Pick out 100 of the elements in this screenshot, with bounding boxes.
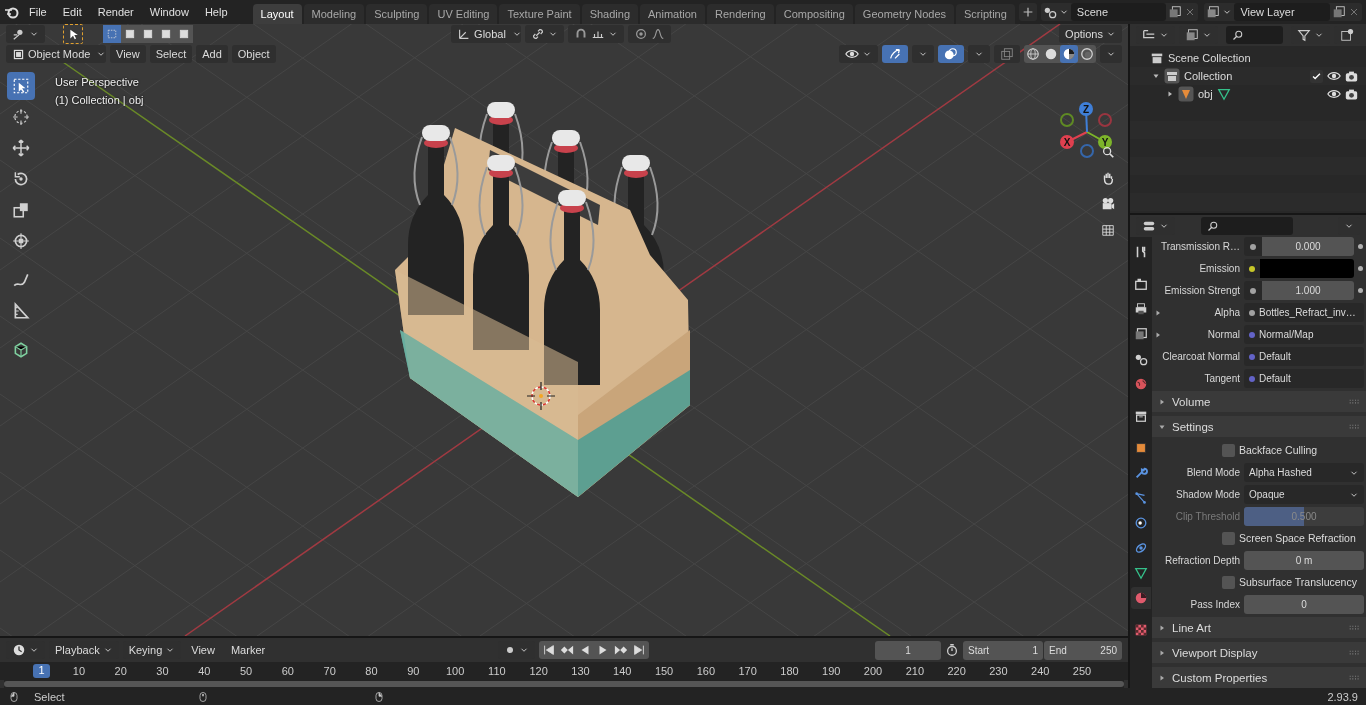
timeline-scrollbar[interactable] [4, 681, 1124, 687]
linked-input-field[interactable]: Default [1244, 369, 1364, 388]
image-stack-icon[interactable] [1206, 5, 1221, 19]
search-field[interactable] [1201, 217, 1293, 235]
axis-handle[interactable] [1098, 113, 1112, 127]
dropdown[interactable]: Opaque [1244, 485, 1364, 504]
disclosure-triangle-icon[interactable] [1158, 673, 1166, 682]
number-field[interactable]: 0.000 [1262, 237, 1354, 256]
editor-type-dropdown[interactable] [6, 25, 45, 43]
jump-end-icon[interactable] [631, 643, 646, 657]
selection-mode-button[interactable] [175, 25, 193, 43]
axis-handle[interactable] [1080, 144, 1094, 158]
workspace-tab[interactable]: Layout [252, 4, 302, 24]
outliner-item-label[interactable]: Scene Collection [1168, 52, 1251, 64]
disclosure-triangle-icon[interactable] [1152, 72, 1160, 80]
proportional-editing-toggle[interactable] [628, 25, 672, 43]
checkbox[interactable] [1222, 531, 1235, 545]
properties-tab[interactable] [1131, 587, 1151, 609]
disclosure-triangle-icon[interactable] [1154, 308, 1162, 317]
disclosure-triangle-icon[interactable] [1158, 648, 1166, 657]
close-icon[interactable] [1348, 6, 1360, 18]
start-frame-field[interactable]: Start 1 [963, 640, 1043, 660]
panel-header[interactable]: Volume [1152, 391, 1366, 412]
viewport-menu[interactable]: View [110, 45, 146, 63]
visibility-dropdown[interactable] [839, 45, 878, 63]
disclosure-triangle-icon[interactable] [1154, 330, 1162, 339]
disclosure-triangle-icon[interactable] [1158, 623, 1166, 632]
gizmo-toggle[interactable] [882, 45, 908, 63]
camera-icon[interactable] [1345, 69, 1358, 83]
viewport-menu[interactable]: Select [149, 45, 193, 63]
outliner-item-label[interactable]: obj [1198, 88, 1213, 100]
menu-item[interactable]: Window [142, 3, 196, 21]
current-frame-field[interactable]: 1 [875, 640, 941, 660]
viewport-menu[interactable]: Add [196, 45, 228, 63]
axis-handle[interactable]: X [1060, 131, 1088, 149]
options-dropdown[interactable]: Options [1059, 25, 1122, 43]
workspace-tab[interactable]: Shading [581, 4, 639, 24]
duplicate-icon[interactable] [1332, 5, 1346, 19]
axis-handle[interactable]: Z [1079, 102, 1093, 133]
xray-toggle[interactable] [994, 45, 1020, 63]
menu-item[interactable]: Edit [55, 3, 89, 21]
linked-input-field[interactable]: Normal/Map [1244, 325, 1364, 344]
active-tool-button[interactable] [63, 24, 83, 44]
next-keyframe-icon[interactable] [613, 643, 628, 657]
scene-icon[interactable] [1042, 5, 1057, 19]
jump-start-icon[interactable] [541, 643, 556, 657]
workspace-tab[interactable]: Modeling [303, 4, 365, 24]
viewport-menu[interactable]: Object [231, 45, 276, 63]
mode-dropdown[interactable]: Object Mode [6, 45, 106, 63]
snap-toggle[interactable] [568, 25, 625, 43]
workspace-tab[interactable]: Animation [640, 4, 705, 24]
axis-handle[interactable]: Y [1086, 131, 1112, 149]
pivot-dropdown[interactable] [525, 25, 565, 43]
timeline-menu[interactable]: View [185, 641, 221, 659]
panel-header[interactable]: Line Art [1152, 617, 1366, 638]
keyframe-dot[interactable] [1358, 244, 1363, 249]
3d-viewport[interactable]: Global Options Object Mode View Select Add Object User Perspective (1) Collection | obj X Y Z [0, 24, 1128, 636]
axis-handle[interactable] [1060, 113, 1074, 127]
keyframe-dot[interactable] [1358, 266, 1363, 271]
checkbox[interactable] [1222, 575, 1235, 589]
outliner-item-label[interactable]: Collection [1184, 70, 1233, 82]
menu-item[interactable]: File [22, 3, 54, 21]
number-field[interactable]: 0 [1244, 595, 1364, 614]
camera-icon[interactable] [1345, 87, 1358, 101]
previous-keyframe-icon[interactable] [559, 643, 574, 657]
panel-header[interactable]: Settings [1152, 416, 1366, 437]
overlay-toggle[interactable] [938, 45, 964, 63]
panel-header[interactable]: Viewport Display [1152, 642, 1366, 663]
workspace-tab[interactable]: Sculpting [366, 4, 428, 24]
linked-input-field[interactable]: Default [1244, 347, 1364, 366]
number-field[interactable]: 0 m [1244, 551, 1364, 570]
checkbox[interactable] [1222, 443, 1235, 457]
keyframe-dot[interactable] [1358, 288, 1363, 293]
menu-item[interactable]: Help [197, 3, 235, 21]
workspace-tab[interactable]: Compositing [775, 4, 853, 24]
workspace-tab[interactable]: Rendering [706, 4, 774, 24]
scene-field[interactable]: Scene [1070, 3, 1167, 21]
workspace-tab[interactable]: UV Editing [429, 4, 498, 24]
tool-button[interactable] [7, 72, 35, 100]
selection-mode-button[interactable] [121, 25, 139, 43]
number-field[interactable]: 1.000 [1262, 281, 1354, 300]
linked-input-field[interactable]: Bottles_Refract_inv… [1244, 303, 1364, 322]
timeline-menu[interactable]: Marker [224, 641, 272, 659]
search-field[interactable] [1226, 26, 1283, 44]
menu-item[interactable]: Render [90, 3, 141, 21]
eye-icon[interactable] [1327, 87, 1341, 101]
color-swatch[interactable] [1260, 259, 1354, 278]
orientation-dropdown[interactable]: Global [451, 25, 522, 43]
stopwatch-icon[interactable] [945, 643, 959, 657]
workspace-tab[interactable]: Geometry Nodes [854, 4, 954, 24]
dropdown[interactable]: Alpha Hashed [1244, 463, 1364, 482]
eye-icon[interactable] [1327, 69, 1341, 83]
exclude-checkbox[interactable] [1310, 69, 1323, 83]
end-frame-field[interactable]: End 250 [1044, 640, 1122, 660]
workspace-tab[interactable]: Texture Paint [499, 4, 580, 24]
disclosure-triangle-icon[interactable] [1158, 397, 1166, 406]
duplicate-icon[interactable] [1168, 5, 1183, 19]
disclosure-triangle-icon[interactable] [1166, 90, 1174, 98]
workspace-tab[interactable]: Scripting [956, 4, 1015, 24]
view-layer-field[interactable]: View Layer [1234, 3, 1330, 21]
